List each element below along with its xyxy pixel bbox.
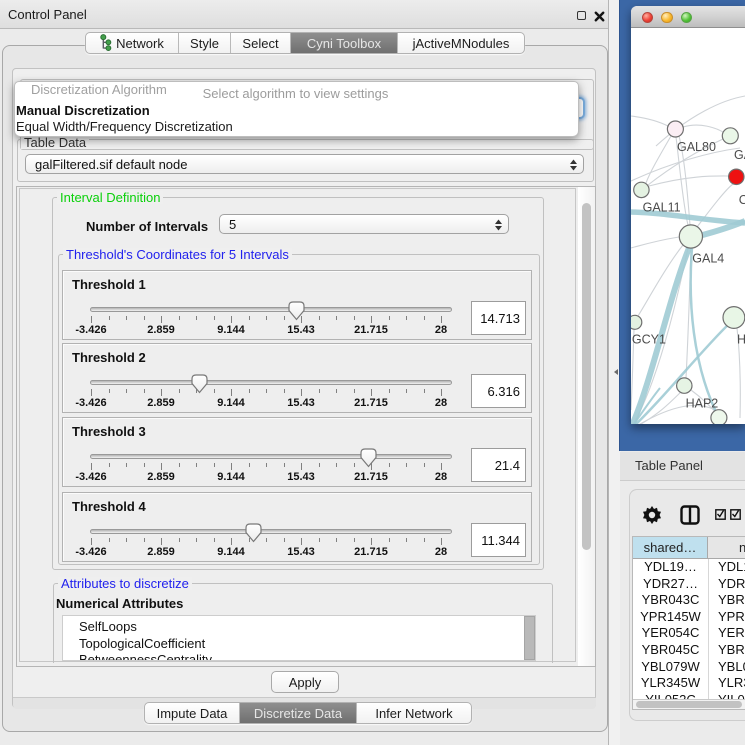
- svg-text:GAL80: GAL80: [677, 140, 716, 154]
- svg-text:GAL4: GAL4: [692, 252, 724, 266]
- svg-text:C: C: [739, 193, 745, 207]
- svg-text:GAL11: GAL11: [643, 201, 681, 215]
- svg-text:HAP2: HAP2: [686, 397, 719, 411]
- svg-text:H: H: [737, 333, 745, 347]
- svg-text:GCY1: GCY1: [632, 333, 666, 347]
- svg-text:GA: GA: [734, 148, 745, 162]
